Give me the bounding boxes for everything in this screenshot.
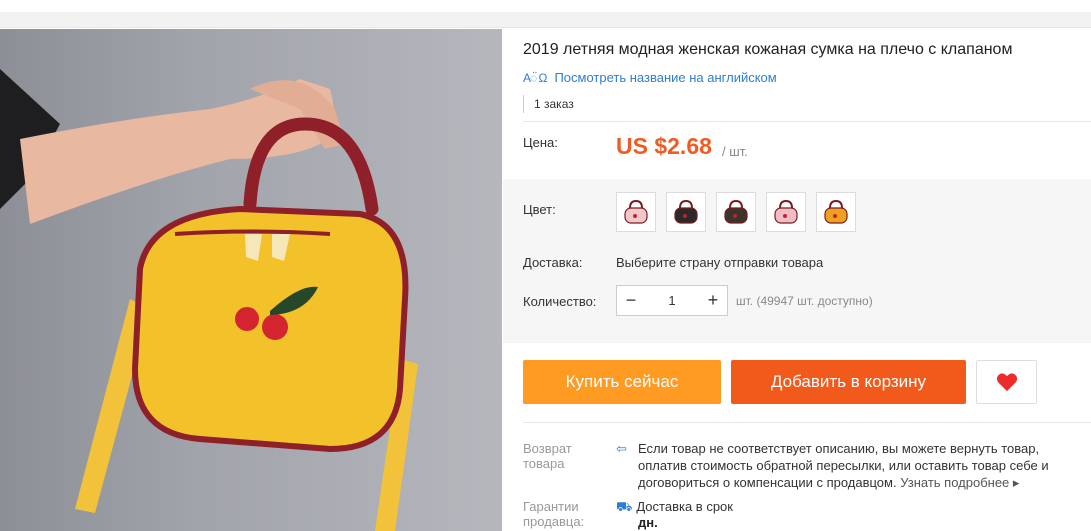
color-swatch[interactable] (816, 192, 856, 232)
returns-label: Возврат товара (523, 441, 572, 471)
translate-title-link[interactable]: A◌̈ Ω Посмотреть название на английском (523, 70, 777, 85)
color-swatch[interactable] (716, 192, 756, 232)
top-bar-strip (0, 12, 1091, 28)
color-swatch[interactable] (666, 192, 706, 232)
orders-count: 1 заказ (523, 95, 574, 113)
guarantee-info: ⛟ Доставка в срок (616, 498, 733, 515)
color-swatch[interactable] (766, 192, 806, 232)
add-to-cart-button[interactable]: Добавить в корзину (731, 360, 966, 404)
price-value: US $2.68 (616, 133, 712, 159)
quantity-input[interactable]: 1 (645, 293, 699, 308)
product-title: 2019 летняя модная женская кожаная сумка… (523, 41, 1013, 58)
learn-more-link[interactable]: Узнать подробнее ▸ (900, 475, 1019, 490)
minus-icon[interactable]: − (617, 286, 645, 315)
heart-icon (996, 373, 1017, 392)
product-image[interactable] (0, 29, 502, 531)
buy-now-button[interactable]: Купить сейчас (523, 360, 721, 404)
product-info-panel: 2019 летняя модная женская кожаная сумка… (503, 29, 1091, 531)
truck-icon: ⛟ (616, 499, 633, 514)
quantity-stepper: − 1 + (616, 285, 728, 316)
guarantee-label: Гарантии продавца: (523, 499, 585, 529)
top-bar (0, 0, 1091, 28)
plus-icon[interactable]: + (699, 286, 727, 315)
divider (523, 121, 1091, 122)
color-swatches (616, 192, 856, 232)
color-swatch[interactable] (616, 192, 656, 232)
color-label: Цвет: (523, 202, 556, 217)
shipping-label: Доставка: (523, 255, 583, 270)
returns-info: ⇦ Если товар не соответствует описанию, … (616, 440, 1076, 491)
translate-icon: A◌̈ Ω (523, 70, 547, 85)
guarantee-days: дн. (638, 515, 658, 530)
shipping-country-select[interactable]: Выберите страну отправки товара (616, 255, 823, 270)
wishlist-button[interactable] (976, 360, 1037, 404)
translate-link-text: Посмотреть название на английском (554, 70, 777, 85)
price-label: Цена: (523, 135, 558, 150)
guarantee-text: Доставка в срок (636, 499, 733, 514)
price-unit: / шт. (722, 144, 748, 159)
return-icon: ⇦ (616, 441, 627, 456)
quantity-label: Количество: (523, 294, 597, 309)
divider (523, 422, 1091, 423)
quantity-available: шт. (49947 шт. доступно) (736, 294, 873, 308)
returns-text: Если товар не соответствует описанию, вы… (638, 440, 1076, 491)
